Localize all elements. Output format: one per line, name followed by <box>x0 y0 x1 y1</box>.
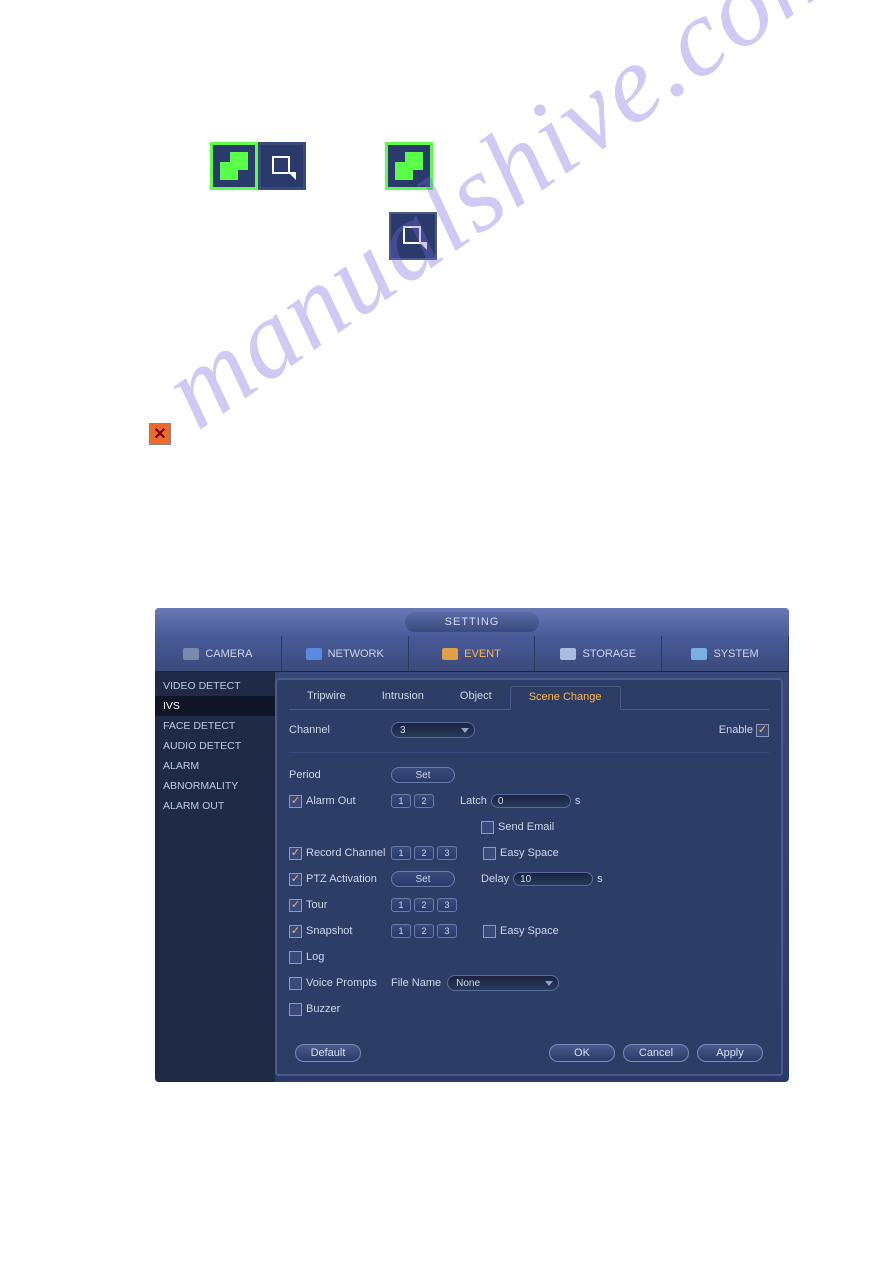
sidebar-item-alarm-out[interactable]: ALARM OUT <box>155 796 275 816</box>
latch-input[interactable]: 0 <box>491 794 571 808</box>
latch-label: Latch <box>460 795 487 807</box>
record-channel-label: Record Channel <box>306 847 386 859</box>
sidebar-item-abnormality[interactable]: ABNORMALITY <box>155 776 275 796</box>
tour-3[interactable]: 3 <box>437 898 457 912</box>
buzzer-checkbox[interactable] <box>289 1003 302 1016</box>
settings-window: SETTING CAMERA NETWORK EVENT STORAGE SYS… <box>155 608 789 1082</box>
record-ch-1[interactable]: 1 <box>391 846 411 860</box>
channel-label: Channel <box>289 724 391 736</box>
delete-icon: ✕ <box>149 423 171 445</box>
nav-system[interactable]: SYSTEM <box>662 636 789 671</box>
easy-space1-checkbox[interactable] <box>483 847 496 860</box>
minimize-icon <box>258 142 306 190</box>
alarm-out-label: Alarm Out <box>306 795 356 807</box>
watermark: manualshive.com <box>140 0 866 454</box>
easy-space2-label: Easy Space <box>500 925 559 937</box>
window-title: SETTING <box>405 612 540 632</box>
minimize-icon <box>389 212 437 260</box>
period-label: Period <box>289 769 391 781</box>
buzzer-label: Buzzer <box>306 1003 340 1015</box>
tab-intrusion[interactable]: Intrusion <box>364 686 442 709</box>
sidebar-item-face-detect[interactable]: FACE DETECT <box>155 716 275 736</box>
maximize-icon <box>385 142 433 190</box>
camera-icon <box>183 648 199 660</box>
tour-checkbox[interactable] <box>289 899 302 912</box>
send-email-checkbox[interactable] <box>481 821 494 834</box>
storage-icon <box>560 648 576 660</box>
record-ch-2[interactable]: 2 <box>414 846 434 860</box>
network-icon <box>306 648 322 660</box>
snapshot-3[interactable]: 3 <box>437 924 457 938</box>
alarm-out-2[interactable]: 2 <box>414 794 434 808</box>
filename-select[interactable]: None <box>447 975 559 991</box>
content-panel: Tripwire Intrusion Object Scene Change C… <box>275 678 783 1076</box>
snapshot-2[interactable]: 2 <box>414 924 434 938</box>
sidebar-item-ivs[interactable]: IVS <box>155 696 275 716</box>
alarm-out-buttons: 1 2 <box>391 794 434 808</box>
record-ch-3[interactable]: 3 <box>437 846 457 860</box>
sidebar-item-alarm[interactable]: ALARM <box>155 756 275 776</box>
apply-button[interactable]: Apply <box>697 1044 763 1062</box>
nav-camera[interactable]: CAMERA <box>155 636 282 671</box>
event-icon <box>442 648 458 660</box>
ok-button[interactable]: OK <box>549 1044 615 1062</box>
enable-label: Enable <box>719 724 753 736</box>
latch-unit: s <box>575 795 581 807</box>
nav-event[interactable]: EVENT <box>409 636 536 671</box>
snapshot-label: Snapshot <box>306 925 352 937</box>
delay-label: Delay <box>481 873 509 885</box>
tour-2[interactable]: 2 <box>414 898 434 912</box>
maximize-icon <box>210 142 258 190</box>
top-nav: CAMERA NETWORK EVENT STORAGE SYSTEM <box>155 636 789 672</box>
delay-input[interactable]: 10 <box>513 872 593 886</box>
alarm-out-1[interactable]: 1 <box>391 794 411 808</box>
alarm-out-checkbox[interactable] <box>289 795 302 808</box>
enable-checkbox[interactable] <box>756 724 769 737</box>
sidebar: VIDEO DETECT IVS FACE DETECT AUDIO DETEC… <box>155 672 275 1082</box>
tour-label: Tour <box>306 899 327 911</box>
snapshot-checkbox[interactable] <box>289 925 302 938</box>
ptz-checkbox[interactable] <box>289 873 302 886</box>
record-channel-checkbox[interactable] <box>289 847 302 860</box>
window-titlebar: SETTING <box>155 608 789 636</box>
sidebar-item-audio-detect[interactable]: AUDIO DETECT <box>155 736 275 756</box>
voice-prompts-checkbox[interactable] <box>289 977 302 990</box>
log-label: Log <box>306 951 324 963</box>
nav-network[interactable]: NETWORK <box>282 636 409 671</box>
system-icon <box>691 648 707 660</box>
tour-1[interactable]: 1 <box>391 898 411 912</box>
easy-space1-label: Easy Space <box>500 847 559 859</box>
ptz-label: PTZ Activation <box>306 873 377 885</box>
channel-select[interactable]: 3 <box>391 722 475 738</box>
cancel-button[interactable]: Cancel <box>623 1044 689 1062</box>
snapshot-1[interactable]: 1 <box>391 924 411 938</box>
voice-prompts-label: Voice Prompts <box>306 977 377 989</box>
period-set-button[interactable]: Set <box>391 767 455 783</box>
tab-scene-change[interactable]: Scene Change <box>510 686 621 710</box>
nav-storage[interactable]: STORAGE <box>535 636 662 671</box>
easy-space2-checkbox[interactable] <box>483 925 496 938</box>
sidebar-item-video-detect[interactable]: VIDEO DETECT <box>155 676 275 696</box>
delay-unit: s <box>597 873 603 885</box>
tab-object[interactable]: Object <box>442 686 510 709</box>
tab-tripwire[interactable]: Tripwire <box>289 686 364 709</box>
ptz-set-button[interactable]: Set <box>391 871 455 887</box>
filename-label: File Name <box>391 977 441 989</box>
default-button[interactable]: Default <box>295 1044 361 1062</box>
tabs: Tripwire Intrusion Object Scene Change <box>289 686 769 710</box>
send-email-label: Send Email <box>498 821 554 833</box>
log-checkbox[interactable] <box>289 951 302 964</box>
